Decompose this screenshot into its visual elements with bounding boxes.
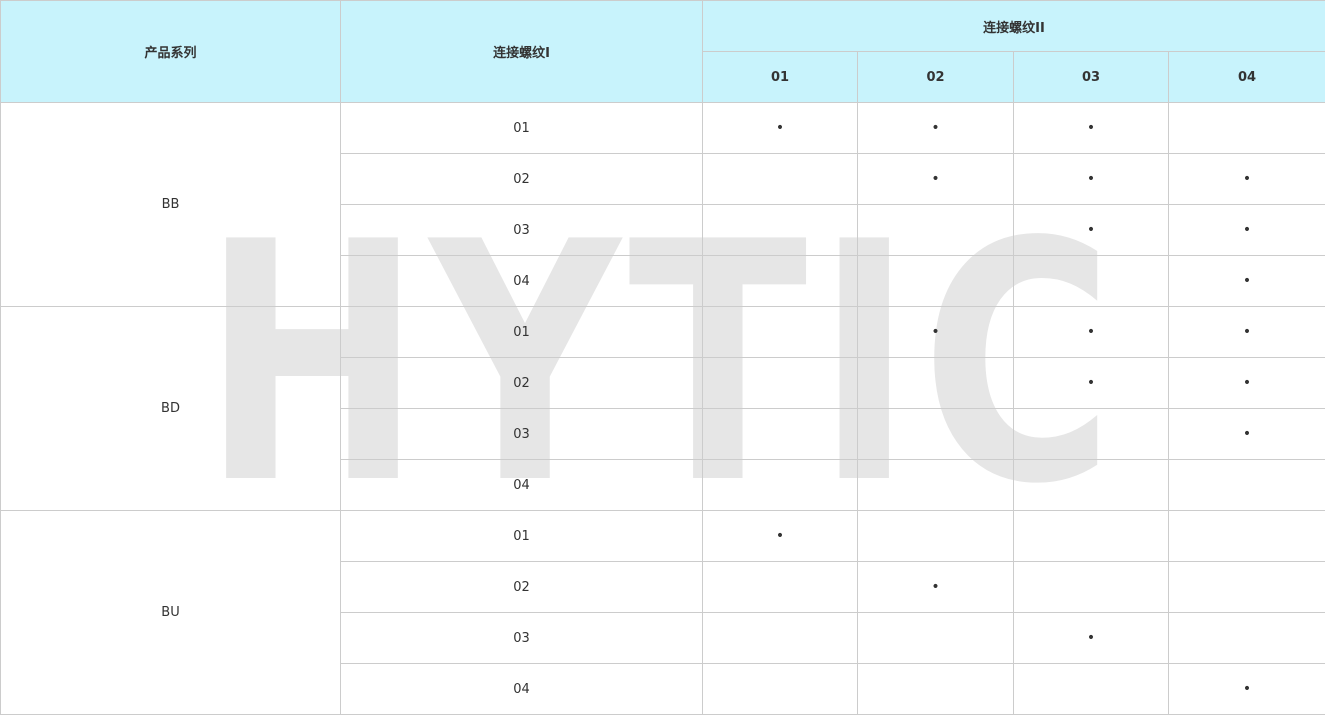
series-cell: BB [0, 102, 341, 307]
compat-cell [857, 612, 1014, 664]
compatible-dot-icon: • [1086, 119, 1096, 136]
compat-cell [857, 357, 1014, 409]
compat-cell: • [1168, 663, 1325, 715]
series-cell: BD [0, 306, 341, 511]
compat-cell: • [1013, 306, 1169, 358]
compatible-dot-icon: • [1242, 272, 1252, 289]
compat-cell: • [1013, 153, 1169, 205]
thread-1-cell: 04 [340, 459, 703, 511]
thread-1-cell: 03 [340, 204, 703, 256]
compat-cell [857, 459, 1014, 511]
compatible-dot-icon: • [931, 119, 940, 136]
compat-cell: • [1013, 357, 1169, 409]
compatible-dot-icon: • [1242, 323, 1252, 340]
compat-cell: • [1168, 306, 1325, 358]
compat-cell: • [1013, 612, 1169, 664]
compatible-dot-icon: • [1086, 629, 1096, 646]
header-series: 产品系列 [0, 0, 341, 103]
compat-cell: • [702, 102, 858, 154]
thread-1-cell: 01 [340, 306, 703, 358]
compat-cell [702, 153, 858, 205]
compat-cell: • [1168, 153, 1325, 205]
compat-cell: • [1168, 408, 1325, 460]
table-header: 产品系列 连接螺纹I 连接螺纹II 01 02 03 04 [0, 0, 1325, 103]
compatible-dot-icon: • [775, 119, 785, 136]
compat-cell [1168, 510, 1325, 562]
compat-cell [1168, 561, 1325, 613]
thread-1-cell: 03 [340, 612, 703, 664]
compat-cell: • [857, 306, 1014, 358]
compatibility-table: 产品系列 连接螺纹I 连接螺纹II 01 02 03 04 BB 01 • • • 02 •… [0, 0, 1325, 715]
compat-cell [702, 357, 858, 409]
compat-cell [857, 255, 1014, 307]
header-thread-2: 连接螺纹II [702, 0, 1325, 52]
compatible-dot-icon: • [1242, 680, 1252, 697]
compatible-dot-icon: • [931, 578, 940, 595]
compat-cell [857, 510, 1014, 562]
compat-cell: • [857, 153, 1014, 205]
thread-1-cell: 04 [340, 255, 703, 307]
compat-cell [857, 204, 1014, 256]
compat-cell [1013, 663, 1169, 715]
compat-cell [1013, 561, 1169, 613]
compat-cell: • [1013, 102, 1169, 154]
compat-cell: • [702, 510, 858, 562]
compatible-dot-icon: • [1086, 170, 1096, 187]
thread-1-cell: 01 [340, 102, 703, 154]
compatible-dot-icon: • [1086, 221, 1096, 238]
compat-cell [1013, 459, 1169, 511]
compatible-dot-icon: • [1242, 425, 1252, 442]
compatible-dot-icon: • [931, 323, 940, 340]
compat-cell [702, 663, 858, 715]
compat-cell [702, 255, 858, 307]
compat-cell [857, 408, 1014, 460]
thread-1-cell: 02 [340, 561, 703, 613]
compat-cell: • [1168, 255, 1325, 307]
compatible-dot-icon: • [775, 527, 785, 544]
header-thread-2-col: 04 [1168, 51, 1325, 103]
compat-cell: • [1168, 357, 1325, 409]
compatible-dot-icon: • [1242, 221, 1252, 238]
compat-cell [1013, 408, 1169, 460]
thread-1-cell: 01 [340, 510, 703, 562]
compat-cell [857, 663, 1014, 715]
header-row-top: 产品系列 连接螺纹I 连接螺纹II [0, 0, 1325, 103]
compat-cell [702, 612, 858, 664]
compat-cell [1013, 255, 1169, 307]
compatible-dot-icon: • [1242, 374, 1252, 391]
compatible-dot-icon: • [1242, 170, 1252, 187]
compat-cell: • [1013, 204, 1169, 256]
compat-cell [1168, 612, 1325, 664]
header-thread-2-col: 03 [1013, 51, 1169, 103]
compat-cell [702, 561, 858, 613]
header-thread-1: 连接螺纹I [340, 0, 703, 103]
thread-1-cell: 04 [340, 663, 703, 715]
compat-cell [702, 459, 858, 511]
table-row: BB 01 • • • [0, 102, 1325, 307]
compat-cell [702, 306, 858, 358]
table-row: BD 01 • • • [0, 306, 1325, 511]
compat-cell: • [857, 102, 1014, 154]
table-body: BB 01 • • • 02 • • • 03 • • 04 • BD 01 • • • 02 • • 03 • 04 BU 01 •… [0, 102, 1325, 715]
table-row: BU 01 • [0, 510, 1325, 715]
compat-cell [1013, 510, 1169, 562]
compat-cell [702, 408, 858, 460]
series-cell: BU [0, 510, 341, 715]
compatible-dot-icon: • [1086, 374, 1096, 391]
header-thread-2-col: 01 [702, 51, 858, 103]
compatible-dot-icon: • [1086, 323, 1096, 340]
header-thread-2-col: 02 [857, 51, 1014, 103]
compatible-dot-icon: • [931, 170, 940, 187]
compat-cell: • [857, 561, 1014, 613]
compat-cell [1168, 102, 1325, 154]
thread-1-cell: 03 [340, 408, 703, 460]
compat-cell [1168, 459, 1325, 511]
thread-1-cell: 02 [340, 357, 703, 409]
compat-cell [702, 204, 858, 256]
compat-cell: • [1168, 204, 1325, 256]
thread-1-cell: 02 [340, 153, 703, 205]
